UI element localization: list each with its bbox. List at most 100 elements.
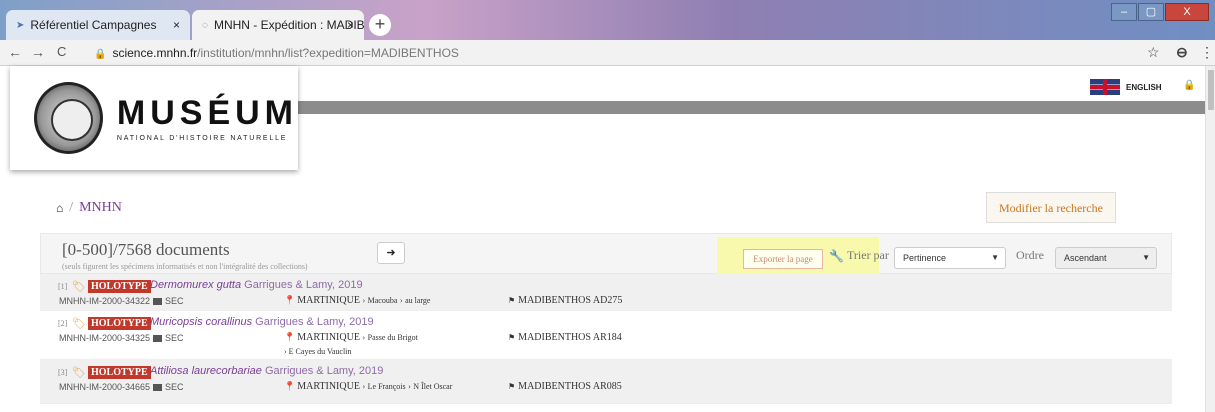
login-lock-icon[interactable]: 🔒 xyxy=(1183,80,1195,91)
star-icon[interactable]: ☆ xyxy=(1147,44,1160,61)
location-pin-icon: 📍 xyxy=(284,295,296,305)
country: MARTINIQUE xyxy=(297,381,360,392)
locality-3: E Cayes du Vauclin xyxy=(288,347,352,356)
modify-search-button[interactable]: Modifier la recherche xyxy=(986,192,1116,223)
results-panel: [0-500]/7568 documents (seuls figurent l… xyxy=(40,233,1172,405)
species-author: Garrigues & Lamy, 2019 xyxy=(244,279,363,291)
catalog-id: MNHN-IM-2000-34322 xyxy=(59,296,151,306)
station-code: MADIBENTHOS AR184 xyxy=(518,332,622,343)
catalog-id: MNHN-IM-2000-34665 xyxy=(59,382,151,392)
preparation: SEC xyxy=(165,296,184,306)
sort-label: Trier par xyxy=(847,248,889,262)
station: ⚑ MADIBENTHOS AD275 xyxy=(508,295,622,306)
chevron-right-icon: › xyxy=(362,333,366,342)
species-name: Muricopsis corallinus xyxy=(150,316,253,328)
tab-title: Référentiel Campagnes xyxy=(30,18,157,32)
locality-1: Macouba xyxy=(367,296,398,305)
tab-referentiel-campagnes[interactable]: ➤ Référentiel Campagnes × xyxy=(6,10,190,40)
locality-2: N Îlet Oscar xyxy=(413,382,453,391)
account-icon[interactable]: ⊖ xyxy=(1176,44,1188,61)
scrollbar-thumb[interactable] xyxy=(1208,70,1214,110)
locality: 📍 MARTINIQUE › Macouba › au large xyxy=(284,295,430,306)
tab-close-icon[interactable]: × xyxy=(173,18,180,32)
result-row[interactable]: [2] 🏷 HOLOTYPE Muricopsis corallinus Gar… xyxy=(40,311,1172,360)
chevron-down-icon: ▼ xyxy=(1142,253,1150,262)
tab-close-icon[interactable]: × xyxy=(347,18,354,32)
order-select[interactable]: Ascendant ▼ xyxy=(1055,247,1157,269)
locality: 📍 MARTINIQUE › Passe du Brigot xyxy=(284,332,418,343)
locality-2: au large xyxy=(405,296,431,305)
museum-seal-icon xyxy=(34,82,103,154)
minimize-button[interactable]: – xyxy=(1111,3,1137,21)
species-author: Garrigues & Lamy, 2019 xyxy=(255,316,374,328)
logo-subtitle: NATIONAL D'HISTOIRE NATURELLE xyxy=(116,135,288,142)
catalog-number: MNHN-IM-2000-34325 SEC xyxy=(59,333,184,343)
tag-icon: 🏷 xyxy=(72,318,86,330)
url-domain: science.mnhn.fr xyxy=(112,46,198,60)
forward-button[interactable]: → xyxy=(31,44,45,60)
results-note: (seuls figurent les spécimens informatis… xyxy=(62,262,308,271)
image-icon xyxy=(153,384,163,391)
result-row[interactable]: [3] 🏷 HOLOTYPE Attiliosa laurecorbariae … xyxy=(40,360,1172,404)
locality-continued: › E Cayes du Vauclin xyxy=(284,347,351,356)
row-index: [2] xyxy=(58,319,68,328)
image-icon xyxy=(153,298,163,305)
back-button[interactable]: ← xyxy=(8,44,22,60)
next-page-button[interactable]: ➜ xyxy=(377,242,405,264)
address-bar: ← → C 🔒 science.mnhn.fr/institution/mnhn/… xyxy=(0,40,1215,66)
wrench-icon: 🔧 xyxy=(829,249,844,263)
row-index: [3] xyxy=(58,368,68,377)
logo-title: MUSÉUM xyxy=(116,94,298,132)
location-pin-icon: 📍 xyxy=(284,332,296,342)
tab-mnhn-expedition[interactable]: ◌ MNHN - Expédition : MADIBENTH × xyxy=(192,10,364,40)
breadcrumb: ⌂ / MNHN xyxy=(56,200,122,216)
chevron-down-icon: ▼ xyxy=(991,253,999,262)
type-badge: HOLOTYPE xyxy=(88,317,151,330)
lock-icon: 🔒 xyxy=(94,49,107,60)
locality-1: Le François xyxy=(367,382,406,391)
country: MARTINIQUE xyxy=(297,295,360,306)
catalog-number: MNHN-IM-2000-34665 SEC xyxy=(59,382,184,392)
breadcrumb-mnhn[interactable]: MNHN xyxy=(79,200,122,216)
order-label: Ordre xyxy=(1016,248,1044,262)
logo-text: MUSÉUM NATIONAL D'HISTOIRE NATURELLE xyxy=(117,94,298,142)
new-tab-button[interactable]: + xyxy=(369,14,391,36)
row-index: [1] xyxy=(58,282,68,291)
preparation: SEC xyxy=(165,333,184,343)
sort-select[interactable]: Pertinence ▼ xyxy=(894,247,1006,269)
language-label: ENGLISH xyxy=(1126,82,1162,92)
reload-button[interactable]: C xyxy=(57,44,66,59)
image-icon xyxy=(153,335,163,342)
page-content: MUSÉUM NATIONAL D'HISTOIRE NATURELLE ENG… xyxy=(0,66,1205,412)
chevron-right-icon: › xyxy=(408,382,411,391)
flag-icon: ⚑ xyxy=(508,333,516,342)
species-link[interactable]: Muricopsis corallinus Garrigues & Lamy, … xyxy=(150,316,374,328)
home-icon[interactable]: ⌂ xyxy=(56,201,63,216)
location-pin-icon: 📍 xyxy=(284,381,296,391)
close-window-button[interactable]: X xyxy=(1165,3,1209,21)
museum-logo[interactable]: MUSÉUM NATIONAL D'HISTOIRE NATURELLE xyxy=(10,66,298,170)
catalog-id: MNHN-IM-2000-34325 xyxy=(59,333,151,343)
station-code: MADIBENTHOS AR085 xyxy=(518,381,622,392)
chevron-right-icon: › xyxy=(284,347,287,356)
window-controls: – ▢ X xyxy=(1111,3,1209,21)
url-field[interactable]: 🔒 science.mnhn.fr/institution/mnhn/list?e… xyxy=(94,46,459,60)
sort-value: Pertinence xyxy=(903,253,947,263)
type-badge: HOLOTYPE xyxy=(88,280,151,293)
export-page-button[interactable]: Exporter la page xyxy=(743,249,823,269)
chevron-right-icon: › xyxy=(362,382,366,391)
station: ⚑ MADIBENTHOS AR184 xyxy=(508,332,622,343)
species-link[interactable]: Attiliosa laurecorbariae Garrigues & Lam… xyxy=(150,365,383,377)
species-link[interactable]: Dermomurex gutta Garrigues & Lamy, 2019 xyxy=(150,279,363,291)
chevron-right-icon: › xyxy=(399,296,403,305)
loading-icon: ◌ xyxy=(202,19,208,31)
scrollbar[interactable] xyxy=(1205,66,1215,412)
results-header: [0-500]/7568 documents (seuls figurent l… xyxy=(40,233,1172,277)
language-switch[interactable]: ENGLISH xyxy=(1090,79,1162,95)
menu-icon[interactable]: ⋮ xyxy=(1200,44,1214,61)
maximize-button[interactable]: ▢ xyxy=(1138,3,1164,21)
result-row[interactable]: [1] 🏷 HOLOTYPE Dermomurex gutta Garrigue… xyxy=(40,274,1172,311)
header-strip xyxy=(298,101,1205,114)
chevron-right-icon: › xyxy=(362,296,366,305)
locality-1: Passe du Brigot xyxy=(367,333,418,342)
